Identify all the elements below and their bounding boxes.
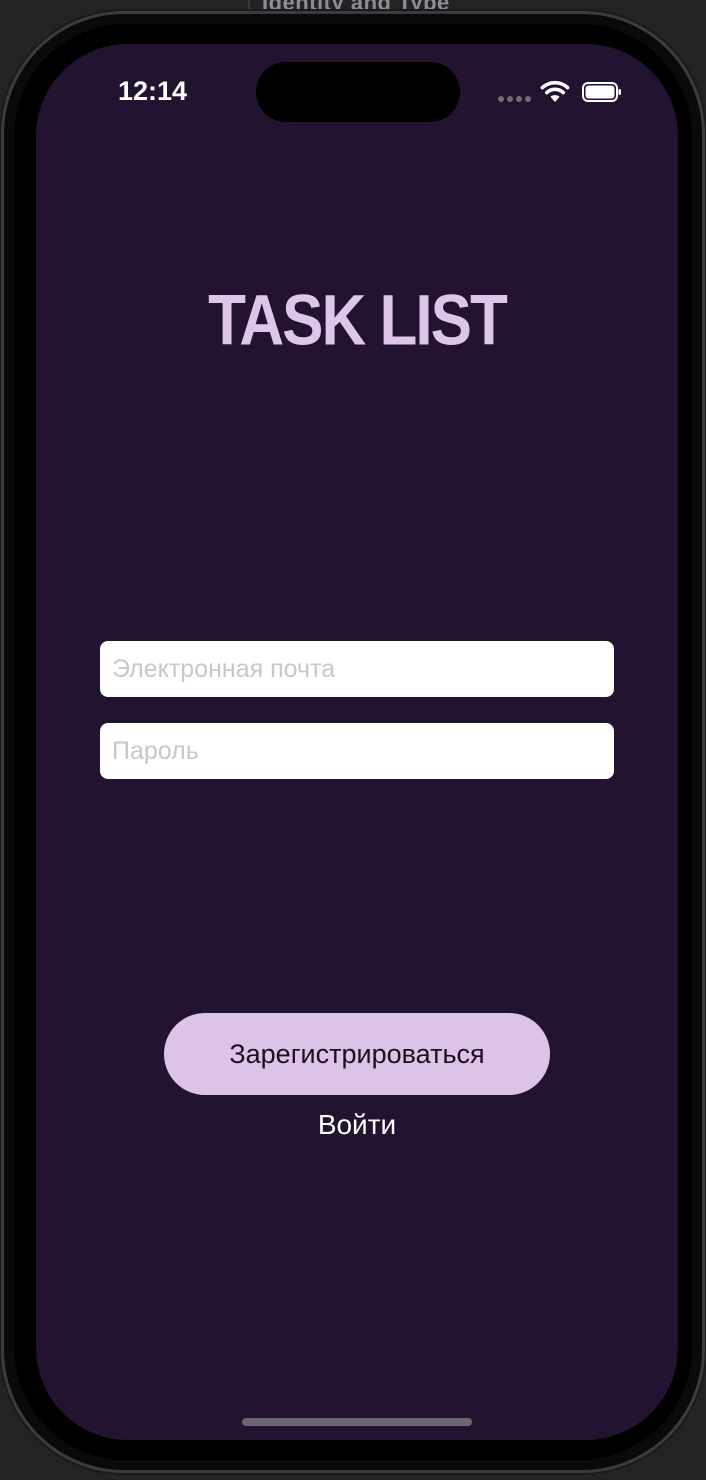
login-button[interactable]: Войти [36, 1108, 678, 1142]
register-button[interactable]: Зарегистрироваться [164, 1013, 550, 1095]
app-title: TASK LIST [208, 281, 508, 361]
email-input[interactable] [100, 641, 614, 697]
status-time: 12:14 [118, 76, 188, 106]
home-indicator [242, 1418, 472, 1426]
dynamic-island [256, 62, 460, 122]
battery-icon [582, 82, 621, 102]
app-screen: 12:14 TASK LIST Зарегистрироваться Войти [36, 44, 678, 1440]
cellular-signal-icon [498, 96, 532, 102]
password-input[interactable] [100, 723, 614, 779]
wifi-icon [540, 80, 570, 102]
